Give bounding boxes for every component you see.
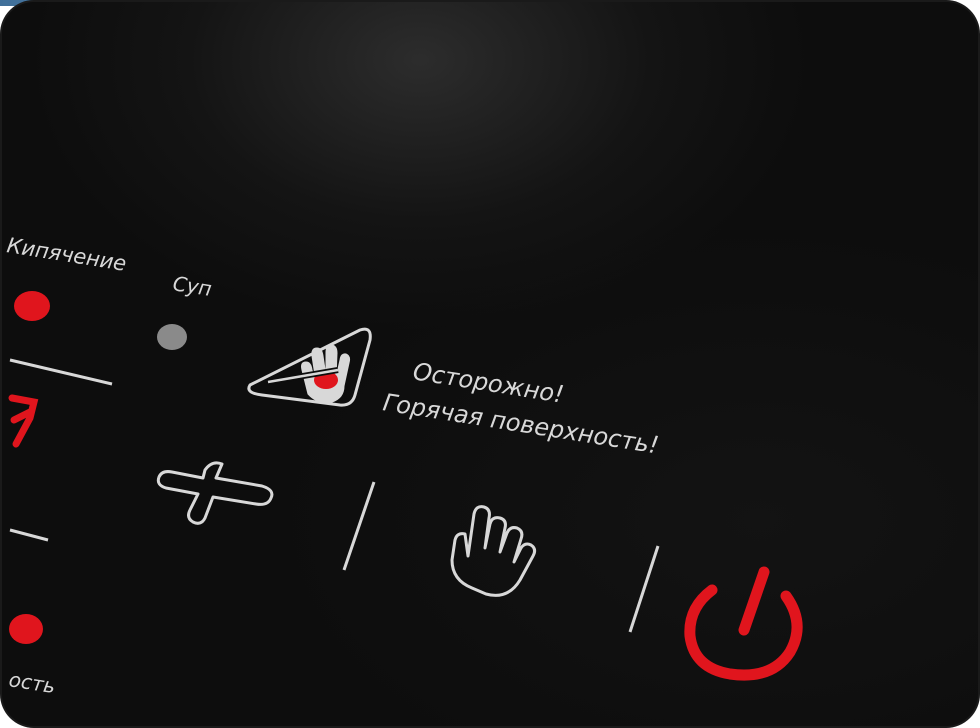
button-divider xyxy=(628,545,660,633)
cooktop-panel: Кипячение Суп ость Осторожно! Горячая по… xyxy=(0,0,980,728)
row-divider xyxy=(9,358,113,386)
control-panel-graphic: Кипячение Суп ость Осторожно! Горячая по… xyxy=(5,233,803,698)
digit-display-fragment xyxy=(8,394,39,448)
boil-indicator-led xyxy=(14,291,50,321)
soup-label: Суп xyxy=(171,271,213,301)
power-indicator-led xyxy=(9,614,43,644)
plus-icon[interactable] xyxy=(156,461,274,525)
plus-button[interactable] xyxy=(156,461,274,525)
power-button[interactable] xyxy=(684,566,803,681)
touch-hand-button[interactable] xyxy=(450,505,537,597)
power-label: ость xyxy=(7,667,57,698)
button-divider xyxy=(342,481,376,571)
row-divider-lower xyxy=(9,528,49,542)
hot-surface-warning-icon xyxy=(247,327,372,407)
touch-hand-icon[interactable] xyxy=(450,505,537,597)
boil-label: Кипячение xyxy=(5,233,128,276)
soup-indicator-led xyxy=(157,324,187,350)
